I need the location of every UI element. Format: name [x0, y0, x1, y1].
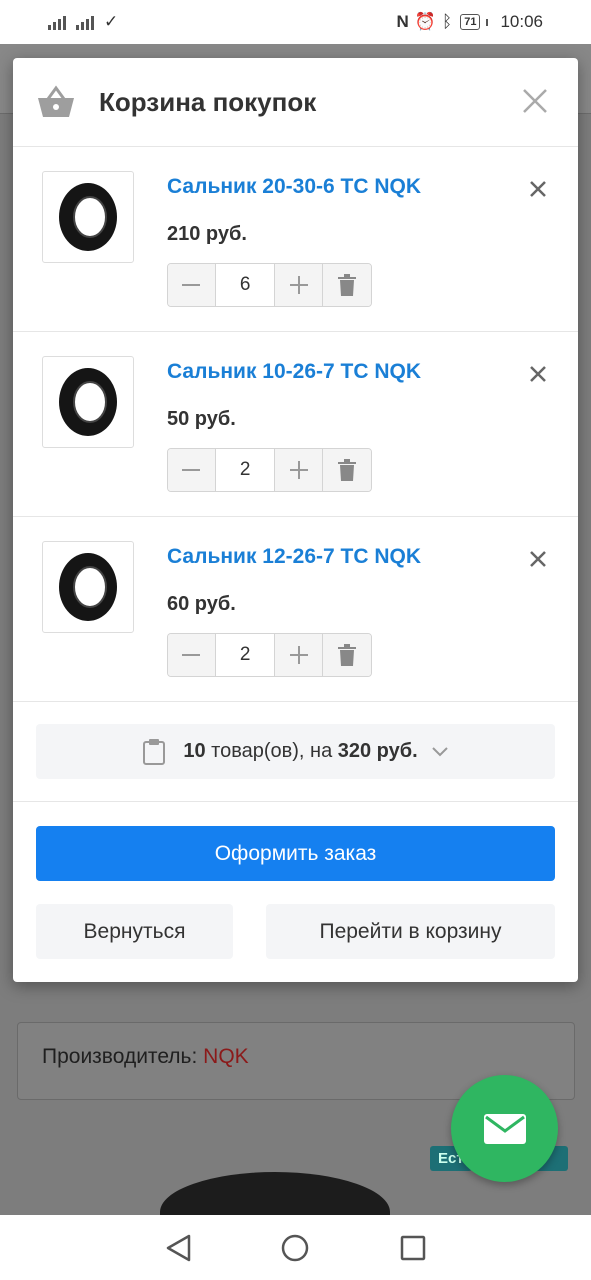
- cart-summary-toggle[interactable]: 10 товар(ов), на 320 руб.: [36, 724, 555, 779]
- trash-icon: [338, 644, 357, 666]
- quantity-value[interactable]: 2: [215, 634, 276, 676]
- remove-icon[interactable]: [530, 551, 546, 567]
- plus-icon: [289, 461, 308, 479]
- battery-cap: [486, 18, 489, 26]
- product-name-link[interactable]: Сальник 10-26-7 TC NQK: [167, 360, 421, 384]
- trash-icon: [338, 459, 357, 481]
- battery-icon: 71: [460, 14, 481, 30]
- cart-item: Сальник 10-26-7 TC NQK 50 руб. 2: [13, 332, 578, 517]
- product-name-link[interactable]: Сальник 20-30-6 TC NQK: [167, 175, 421, 199]
- product-name-link[interactable]: Сальник 12-26-7 TC NQK: [167, 545, 421, 569]
- back-button[interactable]: Вернуться: [36, 904, 233, 959]
- plus-icon: [289, 276, 308, 294]
- cart-item: Сальник 12-26-7 TC NQK 60 руб. 2: [13, 517, 578, 702]
- delete-button[interactable]: [323, 449, 371, 491]
- product-thumbnail[interactable]: [42, 541, 134, 633]
- plus-icon: [289, 646, 308, 664]
- quantity-value[interactable]: 2: [215, 449, 276, 491]
- signal-icon: [76, 14, 94, 30]
- check-icon: ✓: [104, 12, 119, 31]
- contact-fab[interactable]: [451, 1075, 558, 1182]
- summary-text: товар(ов), на: [205, 740, 338, 762]
- status-left: ✓: [48, 12, 118, 32]
- minus-icon: [182, 284, 201, 286]
- mail-icon: [483, 1113, 526, 1144]
- go-to-cart-button[interactable]: Перейти в корзину: [266, 904, 555, 959]
- increment-button[interactable]: [275, 449, 324, 491]
- signal-icon: [48, 14, 66, 30]
- close-icon[interactable]: [522, 88, 548, 114]
- oil-seal-image: [59, 553, 117, 621]
- remove-icon[interactable]: [530, 181, 546, 197]
- chevron-down-icon: [431, 746, 448, 756]
- product-thumbnail[interactable]: [42, 171, 134, 263]
- minus-icon: [182, 469, 201, 471]
- status-right: N ⏰ ᛒ 71 10:06: [397, 12, 543, 32]
- product-price: 210 руб.: [167, 223, 247, 245]
- minus-icon: [182, 654, 201, 656]
- system-nav-bar: [0, 1215, 591, 1280]
- oil-seal-image: [59, 368, 117, 436]
- decrement-button[interactable]: [168, 449, 216, 491]
- decrement-button[interactable]: [168, 634, 216, 676]
- oil-seal-image: [59, 183, 117, 251]
- nav-recents-icon[interactable]: [400, 1235, 426, 1261]
- summary-total: 320 руб.: [337, 740, 418, 762]
- product-thumbnail[interactable]: [42, 356, 134, 448]
- decrement-button[interactable]: [168, 264, 216, 306]
- modal-title: Корзина покупок: [99, 86, 317, 117]
- quantity-stepper: 6: [167, 263, 372, 307]
- product-price: 50 руб.: [167, 408, 236, 430]
- manufacturer-value: NQK: [203, 1045, 249, 1068]
- increment-button[interactable]: [275, 634, 324, 676]
- modal-header: Корзина покупок: [13, 58, 578, 147]
- clipboard-icon: [143, 738, 166, 765]
- nav-home-icon[interactable]: [281, 1234, 309, 1262]
- checkout-button[interactable]: Оформить заказ: [36, 826, 555, 881]
- nfc-icon: N: [396, 12, 409, 31]
- product-price: 60 руб.: [167, 593, 236, 615]
- nav-back-icon[interactable]: [165, 1234, 191, 1262]
- trash-icon: [338, 274, 357, 296]
- quantity-stepper: 2: [167, 448, 372, 492]
- alarm-icon: ⏰: [414, 12, 436, 31]
- increment-button[interactable]: [275, 264, 324, 306]
- cart-modal: Корзина покупок Сальник 20-30-6 TC NQK 2…: [13, 58, 578, 982]
- delete-button[interactable]: [323, 264, 371, 306]
- divider: [13, 801, 578, 802]
- cart-item: Сальник 20-30-6 TC NQK 210 руб. 6: [13, 147, 578, 332]
- quantity-stepper: 2: [167, 633, 372, 677]
- basket-icon: [38, 85, 74, 117]
- summary-count: 10: [183, 740, 206, 762]
- remove-icon[interactable]: [530, 366, 546, 382]
- quantity-value[interactable]: 6: [215, 264, 276, 306]
- delete-button[interactable]: [323, 634, 371, 676]
- clock: 10:06: [500, 12, 543, 31]
- bluetooth-icon: ᛒ: [442, 12, 453, 31]
- manufacturer-label: Производитель:: [42, 1045, 204, 1068]
- status-bar: ✓ N ⏰ ᛒ 71 10:06: [0, 0, 591, 44]
